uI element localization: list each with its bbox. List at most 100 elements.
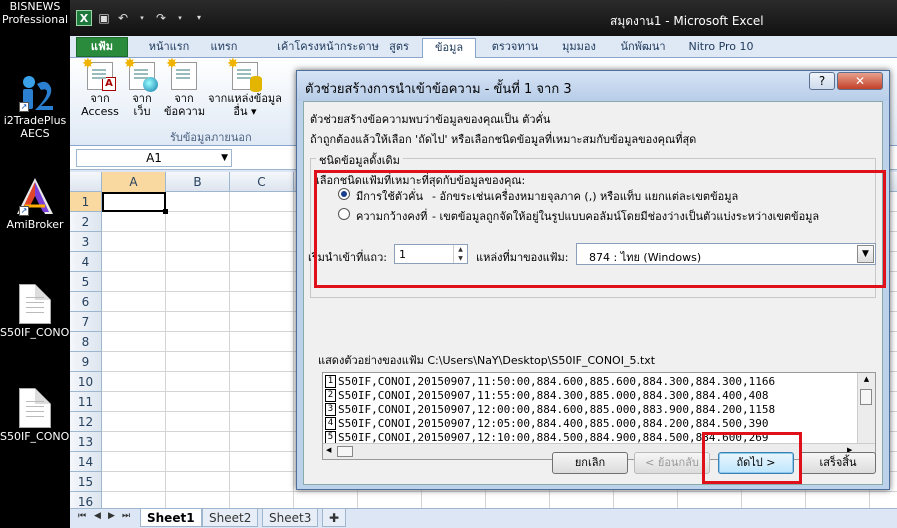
access-icon: ✸ A bbox=[82, 57, 116, 91]
row-header[interactable]: 11 bbox=[70, 392, 102, 412]
highlight-box bbox=[314, 170, 886, 288]
from-web-button[interactable]: ✸ จาก เว็บ bbox=[122, 57, 162, 118]
vertical-scrollbar[interactable]: ▲ bbox=[857, 373, 875, 443]
insert-sheet-icon[interactable]: ✚ bbox=[322, 509, 346, 527]
save-icon[interactable]: ▣ bbox=[97, 11, 111, 25]
tab-page-layout[interactable]: เค้าโครงหน้ากระดาษ bbox=[258, 38, 398, 58]
desktop-file-2[interactable]: S50IF_CONO... bbox=[0, 388, 70, 443]
chevron-down-icon[interactable]: ▼ bbox=[221, 150, 228, 166]
excel-logo-icon[interactable]: X bbox=[76, 10, 92, 26]
scroll-up-icon[interactable]: ▲ bbox=[858, 375, 875, 383]
cancel-button[interactable]: ยกเลิก bbox=[552, 452, 628, 474]
preview-line: 1 S50IF,CONOI,20150907,11:50:00,884.600,8… bbox=[325, 375, 845, 389]
text-file-icon: ✸ bbox=[166, 57, 197, 90]
tab-view[interactable]: มุมมอง bbox=[554, 38, 604, 58]
preview-line: 2 S50IF,CONOI,20150907,11:55:00,884.300,8… bbox=[325, 389, 845, 403]
row-header[interactable]: 4 bbox=[70, 252, 102, 272]
sheet-tab[interactable]: Sheet3 bbox=[262, 509, 319, 527]
preview-line: 4 S50IF,CONOI,20150907,12:05:00,884.400,8… bbox=[325, 417, 845, 431]
tab-home[interactable]: หน้าแรก bbox=[140, 38, 198, 58]
desktop-shortcut-amibroker[interactable]: ↗ AmiBroker bbox=[0, 176, 70, 231]
close-button[interactable]: ✕ bbox=[837, 72, 883, 90]
row-header[interactable]: 9 bbox=[70, 352, 102, 372]
dialog-titlebar: ตัวช่วยสร้างการนำเข้าข้อความ - ขั้นที่ 1… bbox=[297, 71, 889, 101]
web-icon: ✸ bbox=[124, 57, 158, 92]
tab-nitro[interactable]: Nitro Pro 10 bbox=[682, 38, 760, 58]
button-label: จาก bbox=[132, 92, 152, 105]
tab-developer[interactable]: นักพัฒนา bbox=[614, 38, 672, 58]
row-header[interactable]: 5 bbox=[70, 272, 102, 292]
desktop-file-1[interactable]: S50IF_CONOI bbox=[0, 284, 70, 339]
column-header[interactable]: C bbox=[230, 172, 294, 192]
tab-file[interactable]: แฟ้ม bbox=[76, 37, 128, 57]
ribbon-tabs: แฟ้ม หน้าแรก แทรก เค้าโครงหน้ากระดาษ สูต… bbox=[70, 36, 897, 58]
prev-sheet-icon[interactable]: ◀ bbox=[94, 511, 101, 521]
from-text-button[interactable]: ✸ จาก ข้อความ bbox=[164, 57, 206, 118]
first-sheet-icon[interactable]: ⏮ bbox=[78, 511, 86, 521]
desktop-label: AmiBroker bbox=[6, 218, 64, 231]
desktop-label: i2TradePlus bbox=[3, 114, 67, 127]
row-headers: 1 2 3 4 5 6 7 8 9 10 11 12 13 14 15 16 bbox=[70, 192, 102, 512]
row-header[interactable]: 2 bbox=[70, 212, 102, 232]
sheet-tab-bar: ⏮ ◀ ▶ ⏭ Sheet1 Sheet2 Sheet3 ✚ bbox=[70, 508, 897, 528]
tab-data[interactable]: ข้อมูล bbox=[422, 38, 476, 58]
desktop-shortcut-bisnews[interactable]: BISNEWS Professional bbox=[0, 0, 70, 26]
sheet-tab[interactable]: Sheet2 bbox=[202, 509, 259, 527]
i2tradeplus-icon: ↗ bbox=[15, 72, 55, 112]
help-button[interactable]: ? bbox=[809, 72, 835, 90]
undo-dropdown-icon[interactable]: ▾ bbox=[135, 11, 149, 25]
from-other-sources-button[interactable]: ✸ จากแหล่งข้อมูล อื่น ▾ bbox=[206, 57, 284, 118]
last-sheet-icon[interactable]: ⏭ bbox=[122, 511, 130, 521]
tab-review[interactable]: ตรวจทาน bbox=[488, 38, 542, 58]
redo-icon[interactable]: ↷ bbox=[154, 11, 168, 25]
excel-titlebar: X ▣ ↶ ▾ ↷ ▾ ▾ สมุดงาน1 - Microsoft Excel bbox=[70, 0, 897, 36]
back-button[interactable]: < ย้อนกลับ bbox=[634, 452, 710, 474]
from-access-button[interactable]: ✸ A จาก Access bbox=[80, 57, 120, 118]
button-label: จากแหล่งข้อมูล bbox=[208, 92, 282, 105]
row-header[interactable]: 3 bbox=[70, 232, 102, 252]
name-box[interactable]: A1 ▼ bbox=[76, 149, 232, 167]
row-header[interactable]: 10 bbox=[70, 372, 102, 392]
tab-insert[interactable]: แทรก bbox=[204, 38, 244, 58]
line-text: S50IF,CONOI,20150907,12:00:00,884.600,88… bbox=[338, 403, 776, 416]
select-all-corner[interactable] bbox=[70, 172, 102, 192]
desktop-label: BISNEWS bbox=[9, 0, 61, 13]
row-header[interactable]: 6 bbox=[70, 292, 102, 312]
line-number: 4 bbox=[325, 417, 336, 430]
window-title: สมุดงาน1 - Microsoft Excel bbox=[610, 14, 764, 28]
line-number: 1 bbox=[325, 375, 336, 388]
scrollbar-thumb[interactable] bbox=[337, 446, 353, 457]
tab-formulas[interactable]: สูตร bbox=[382, 38, 416, 58]
row-header[interactable]: 14 bbox=[70, 452, 102, 472]
line-text: S50IF,CONOI,20150907,12:05:00,884.400,88… bbox=[338, 417, 769, 430]
row-header[interactable]: 1 bbox=[70, 192, 102, 212]
desktop-shortcut-i2tradeplus[interactable]: ↗ i2TradePlus AECS bbox=[0, 72, 70, 140]
next-sheet-icon[interactable]: ▶ bbox=[108, 511, 115, 521]
button-label: เว็บ bbox=[133, 105, 151, 118]
desktop-label: Professional bbox=[1, 13, 69, 26]
row-header[interactable]: 8 bbox=[70, 332, 102, 352]
sheet-tab[interactable]: Sheet1 bbox=[140, 509, 202, 527]
column-header[interactable]: A bbox=[102, 172, 166, 192]
ribbon-group-label: รับข้อมูลภายนอก bbox=[170, 131, 252, 144]
intro-text: ตัวช่วยสร้างข้อความพบว่าข้อมูลของคุณเป็น… bbox=[310, 113, 551, 126]
undo-icon[interactable]: ↶ bbox=[116, 11, 130, 25]
row-header[interactable]: 7 bbox=[70, 312, 102, 332]
finish-button[interactable]: เสร็จสิ้น bbox=[800, 452, 876, 474]
row-header[interactable]: 12 bbox=[70, 412, 102, 432]
scrollbar-thumb[interactable] bbox=[860, 389, 872, 405]
scroll-left-icon[interactable]: ◀ bbox=[326, 446, 331, 454]
redo-dropdown-icon[interactable]: ▾ bbox=[173, 11, 187, 25]
section-heading: ชนิดข้อมูลดั้งเดิม bbox=[316, 151, 403, 169]
dialog-body: ตัวช่วยสร้างข้อความพบว่าข้อมูลของคุณเป็น… bbox=[303, 101, 883, 485]
line-text: S50IF,CONOI,20150907,11:50:00,884.600,88… bbox=[338, 375, 776, 388]
quick-access-toolbar: X ▣ ↶ ▾ ↷ ▾ ▾ bbox=[76, 10, 206, 26]
row-header[interactable]: 15 bbox=[70, 472, 102, 492]
highlight-box bbox=[702, 432, 802, 484]
button-label: ข้อความ bbox=[164, 105, 206, 118]
column-header[interactable]: B bbox=[166, 172, 230, 192]
active-cell[interactable] bbox=[102, 192, 168, 214]
row-header[interactable]: 13 bbox=[70, 432, 102, 452]
line-number: 3 bbox=[325, 403, 336, 416]
customize-qat-icon[interactable]: ▾ bbox=[192, 11, 206, 25]
